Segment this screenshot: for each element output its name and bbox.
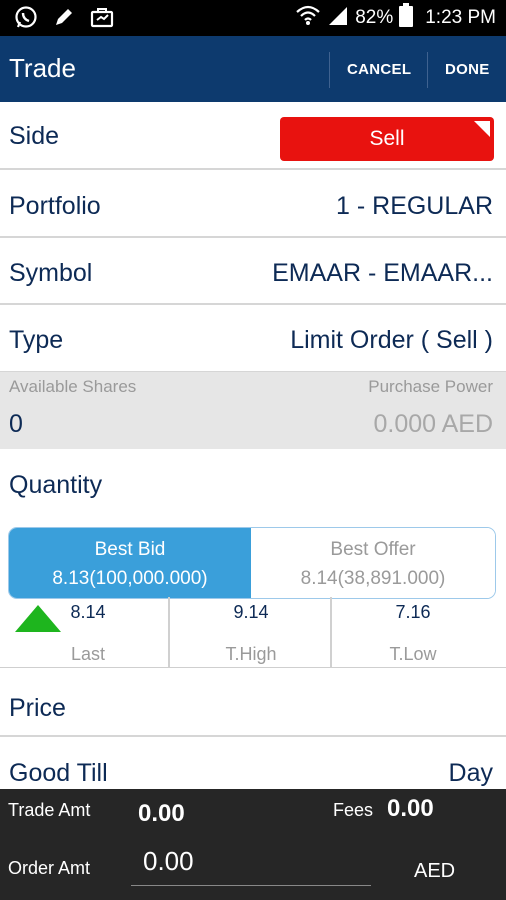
page-title: Trade — [9, 53, 76, 83]
side-select-button[interactable]: Sell — [280, 117, 494, 161]
price-stats: 8.14 Last 9.14 T.High 7.16 T.Low — [0, 597, 506, 668]
type-row[interactable]: Type Limit Order ( Sell ) — [0, 305, 506, 373]
best-bid-tab[interactable]: Best Bid 8.13(100,000.000) — [9, 528, 251, 598]
best-offer-label: Best Offer — [330, 539, 416, 560]
status-bar: 82% 1:23 PM — [0, 0, 506, 36]
side-label: Side — [9, 122, 60, 150]
best-offer-tab[interactable]: Best Offer 8.14(38,891.000) — [251, 528, 495, 598]
price-up-icon — [15, 605, 61, 632]
t-low-value: 7.16 — [395, 602, 431, 622]
account-info-panel: Available Shares Purchase Power 0 0.000 … — [0, 372, 506, 449]
t-high-label: T.High — [225, 644, 277, 664]
currency-label: AED — [414, 860, 456, 882]
price-label: Price — [9, 694, 66, 722]
divider — [329, 52, 330, 88]
t-high-value: 9.14 — [233, 602, 269, 622]
last-label: Last — [70, 644, 106, 664]
clock: 1:23 PM — [425, 7, 496, 28]
stat-t-high: 9.14 T.High — [170, 597, 332, 667]
cancel-button[interactable]: CANCEL — [347, 61, 411, 78]
briefcase-icon — [90, 5, 114, 34]
bid-offer-toggle: Best Bid 8.13(100,000.000) Best Offer 8.… — [8, 527, 496, 599]
type-value: Limit Order ( Sell ) — [290, 326, 493, 354]
order-amt-underline — [131, 885, 371, 886]
quantity-field[interactable]: Quantity — [0, 449, 506, 521]
price-field[interactable]: Price — [0, 669, 506, 737]
pencil-icon — [52, 5, 76, 34]
symbol-row[interactable]: Symbol EMAAR - EMAAR... — [0, 238, 506, 305]
order-amt-input[interactable]: 0.00 — [143, 846, 194, 877]
trade-amt-label: Trade Amt — [8, 800, 91, 820]
whatsapp-icon — [14, 5, 38, 34]
best-bid-label: Best Bid — [94, 539, 166, 560]
good-till-row[interactable]: Good Till Day — [0, 737, 506, 789]
good-till-value: Day — [448, 759, 493, 787]
stat-t-low: 7.16 T.Low — [332, 597, 494, 667]
divider — [168, 597, 170, 667]
best-bid-value: 8.13(100,000.000) — [52, 568, 208, 589]
divider — [427, 52, 428, 88]
battery-percent: 82% — [355, 7, 394, 28]
side-value: Sell — [369, 127, 405, 150]
order-summary-footer: Trade Amt 0.00 Fees 0.00 Order Amt 0.00 … — [0, 789, 506, 900]
fees-label: Fees — [333, 800, 374, 820]
symbol-value: EMAAR - EMAAR... — [272, 259, 493, 287]
done-button[interactable]: DONE — [445, 61, 490, 78]
quantity-label: Quantity — [9, 471, 103, 499]
portfolio-label: Portfolio — [9, 192, 101, 220]
available-shares-label: Available Shares — [9, 377, 137, 396]
purchase-power-label: Purchase Power — [368, 377, 493, 396]
type-label: Type — [9, 326, 64, 354]
best-offer-value: 8.14(38,891.000) — [300, 568, 446, 589]
divider — [330, 597, 332, 667]
app-bar: Trade CANCEL DONE — [0, 36, 506, 102]
t-low-label: T.Low — [389, 644, 437, 664]
dropdown-corner-icon — [474, 121, 490, 137]
purchase-power-value: 0.000 AED — [373, 410, 493, 438]
signal-icon — [327, 4, 349, 32]
symbol-label: Symbol — [9, 259, 93, 287]
available-shares-value: 0 — [9, 410, 23, 438]
battery-icon — [399, 3, 414, 33]
good-till-label: Good Till — [9, 759, 108, 787]
trade-amt-value: 0.00 — [138, 800, 185, 827]
portfolio-value: 1 - REGULAR — [336, 192, 493, 220]
fees-value: 0.00 — [387, 795, 434, 822]
order-amt-label: Order Amt — [8, 858, 91, 878]
wifi-icon — [295, 4, 321, 32]
portfolio-row[interactable]: Portfolio 1 - REGULAR — [0, 170, 506, 238]
